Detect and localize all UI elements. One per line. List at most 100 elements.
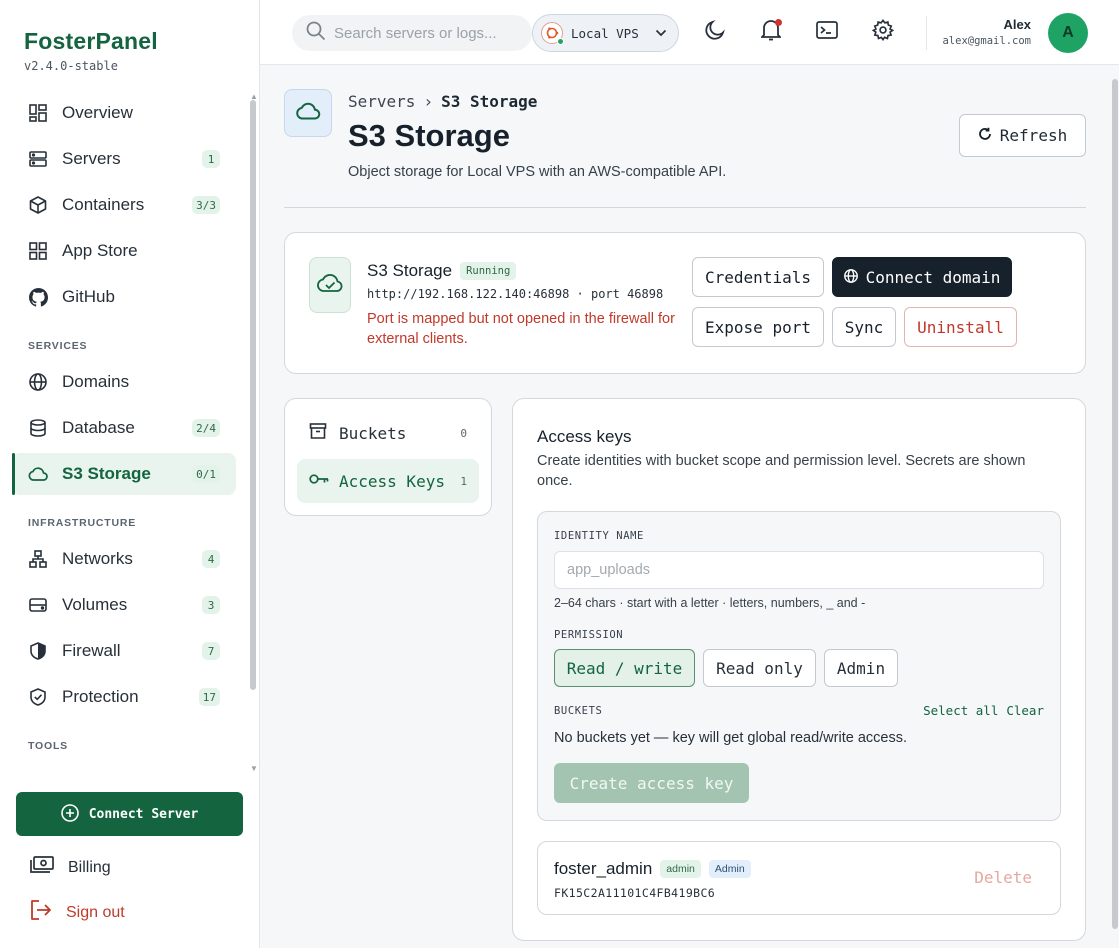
service-card: S3 Storage Running http://192.168.122.14…: [284, 232, 1086, 374]
breadcrumb-current: S3 Storage: [441, 92, 538, 111]
money-icon: [30, 856, 54, 879]
network-icon: [28, 549, 48, 569]
notification-dot: [775, 19, 782, 26]
tab-access-keys[interactable]: Access Keys 1: [297, 459, 479, 503]
sidebar-item-label: Overview: [62, 103, 133, 122]
create-access-key-button[interactable]: Create access key: [554, 763, 749, 803]
online-status-dot: [557, 38, 564, 45]
user-info: Alex alex@gmail.com: [942, 17, 1031, 47]
main-scrollbar[interactable]: [1111, 69, 1119, 945]
server-icon: [28, 149, 48, 169]
box-icon: [28, 195, 48, 215]
divider: [926, 16, 927, 50]
shield-icon: [28, 641, 48, 661]
sidebar-item-label: Containers: [62, 195, 145, 214]
access-key-row: foster_admin admin Admin FK15C2A11101C4F…: [537, 841, 1061, 915]
connect-server-button[interactable]: Connect Server: [16, 792, 243, 836]
count-badge: 7: [202, 642, 220, 660]
tab-count: 0: [460, 426, 467, 440]
sidebar-item-protection[interactable]: Protection 17: [12, 676, 236, 718]
sign-out-label: Sign out: [66, 903, 125, 921]
sidebar-item-containers[interactable]: Containers 3/3: [12, 184, 236, 226]
uninstall-button[interactable]: Uninstall: [904, 307, 1017, 347]
section-description: Create identities with bucket scope and …: [537, 453, 1026, 489]
theme-toggle-button[interactable]: [703, 19, 727, 44]
github-icon: [28, 287, 48, 307]
sidebar-item-database[interactable]: Database 2/4: [12, 407, 236, 449]
sidebar-scrollbar[interactable]: [250, 100, 256, 690]
search-icon: [306, 21, 326, 46]
sidebar-item-domains[interactable]: Domains: [12, 361, 236, 403]
settings-button[interactable]: [871, 18, 895, 44]
billing-link[interactable]: Billing: [30, 856, 111, 879]
top-bar: Local VPS Alex alex@gmail.com A: [260, 0, 1119, 65]
identity-name-input[interactable]: [554, 551, 1044, 589]
tab-count: 1: [460, 474, 467, 488]
terminal-icon: [816, 20, 838, 44]
sidebar-item-github[interactable]: GitHub: [12, 276, 236, 318]
delete-key-button[interactable]: Delete: [974, 868, 1032, 887]
sidebar-item-label: Volumes: [62, 595, 128, 614]
terminal-button[interactable]: [815, 20, 839, 44]
user-name: Alex: [1003, 17, 1031, 32]
notifications-button[interactable]: [759, 19, 783, 44]
sign-out-link[interactable]: Sign out: [30, 900, 125, 925]
sidebar-item-networks[interactable]: Networks 4: [12, 538, 236, 580]
count-badge: 3/3: [192, 196, 220, 214]
permission-admin-option[interactable]: Admin: [824, 649, 898, 687]
billing-label: Billing: [68, 858, 111, 876]
tabs-panel: Buckets 0 Access Keys 1: [284, 398, 492, 516]
brand-version: v2.4.0-stable: [24, 59, 118, 73]
page-title: S3 Storage: [348, 118, 510, 153]
key-name: foster_admin: [554, 859, 653, 878]
service-name: S3 Storage: [367, 261, 453, 280]
buckets-label: BUCKETS: [554, 705, 603, 717]
status-badge: Running: [460, 262, 517, 280]
page-subtitle: Object storage for Local VPS with an AWS…: [348, 164, 727, 180]
scrollbar-thumb[interactable]: [1112, 79, 1118, 929]
sidebar-item-firewall[interactable]: Firewall 7: [12, 630, 236, 672]
sidebar-item-volumes[interactable]: Volumes 3: [12, 584, 236, 626]
credentials-button[interactable]: Credentials: [692, 257, 824, 297]
expose-port-button[interactable]: Expose port: [692, 307, 824, 347]
sidebar-item-s3-storage[interactable]: S3 Storage 0/1: [12, 453, 236, 495]
grid-icon: [28, 103, 48, 123]
breadcrumb-servers[interactable]: Servers: [348, 92, 415, 111]
archive-icon: [309, 422, 327, 445]
clear-link[interactable]: Clear: [1006, 703, 1044, 718]
sidebar-item-label: Servers: [62, 149, 121, 168]
server-selector[interactable]: Local VPS: [532, 14, 679, 52]
breadcrumb: Servers › S3 Storage: [348, 92, 537, 111]
cloud-icon: [295, 101, 321, 126]
search-input[interactable]: [334, 24, 524, 42]
tab-label: Access Keys: [339, 471, 445, 491]
sign-out-icon: [30, 900, 52, 925]
scroll-down-icon[interactable]: ▼: [250, 764, 258, 773]
tab-buckets[interactable]: Buckets 0: [297, 411, 479, 455]
connect-domain-button[interactable]: Connect domain: [832, 257, 1012, 297]
select-all-link[interactable]: Select all: [923, 703, 998, 718]
sidebar-item-overview[interactable]: Overview: [12, 92, 236, 134]
cloud-check-icon: [316, 272, 344, 299]
permission-read-write-option[interactable]: Read / write: [554, 649, 695, 687]
sidebar: FosterPanel v2.4.0-stable Overview Serve…: [0, 0, 260, 948]
key-name-row: foster_admin admin Admin: [554, 859, 751, 879]
page-icon: [284, 89, 332, 137]
sidebar-item-servers[interactable]: Servers 1: [12, 138, 236, 180]
sync-button[interactable]: Sync: [832, 307, 896, 347]
permission-read-only-option[interactable]: Read only: [703, 649, 816, 687]
service-icon: [309, 257, 351, 313]
brand-title: FosterPanel: [24, 28, 158, 54]
sidebar-item-app-store[interactable]: App Store: [12, 230, 236, 272]
count-badge: 4: [202, 550, 220, 568]
sidebar-item-label: GitHub: [62, 287, 115, 306]
user-email: alex@gmail.com: [942, 35, 1031, 47]
connect-server-label: Connect Server: [88, 806, 199, 822]
refresh-button[interactable]: Refresh: [959, 114, 1086, 157]
count-badge: 2/4: [192, 419, 220, 437]
key-id: FK15C2A11101C4FB419BC6: [554, 886, 716, 900]
avatar[interactable]: A: [1048, 13, 1088, 53]
refresh-label: Refresh: [999, 126, 1068, 145]
search-box[interactable]: [292, 15, 532, 51]
brand: FosterPanel v2.4.0-stable: [24, 28, 158, 73]
